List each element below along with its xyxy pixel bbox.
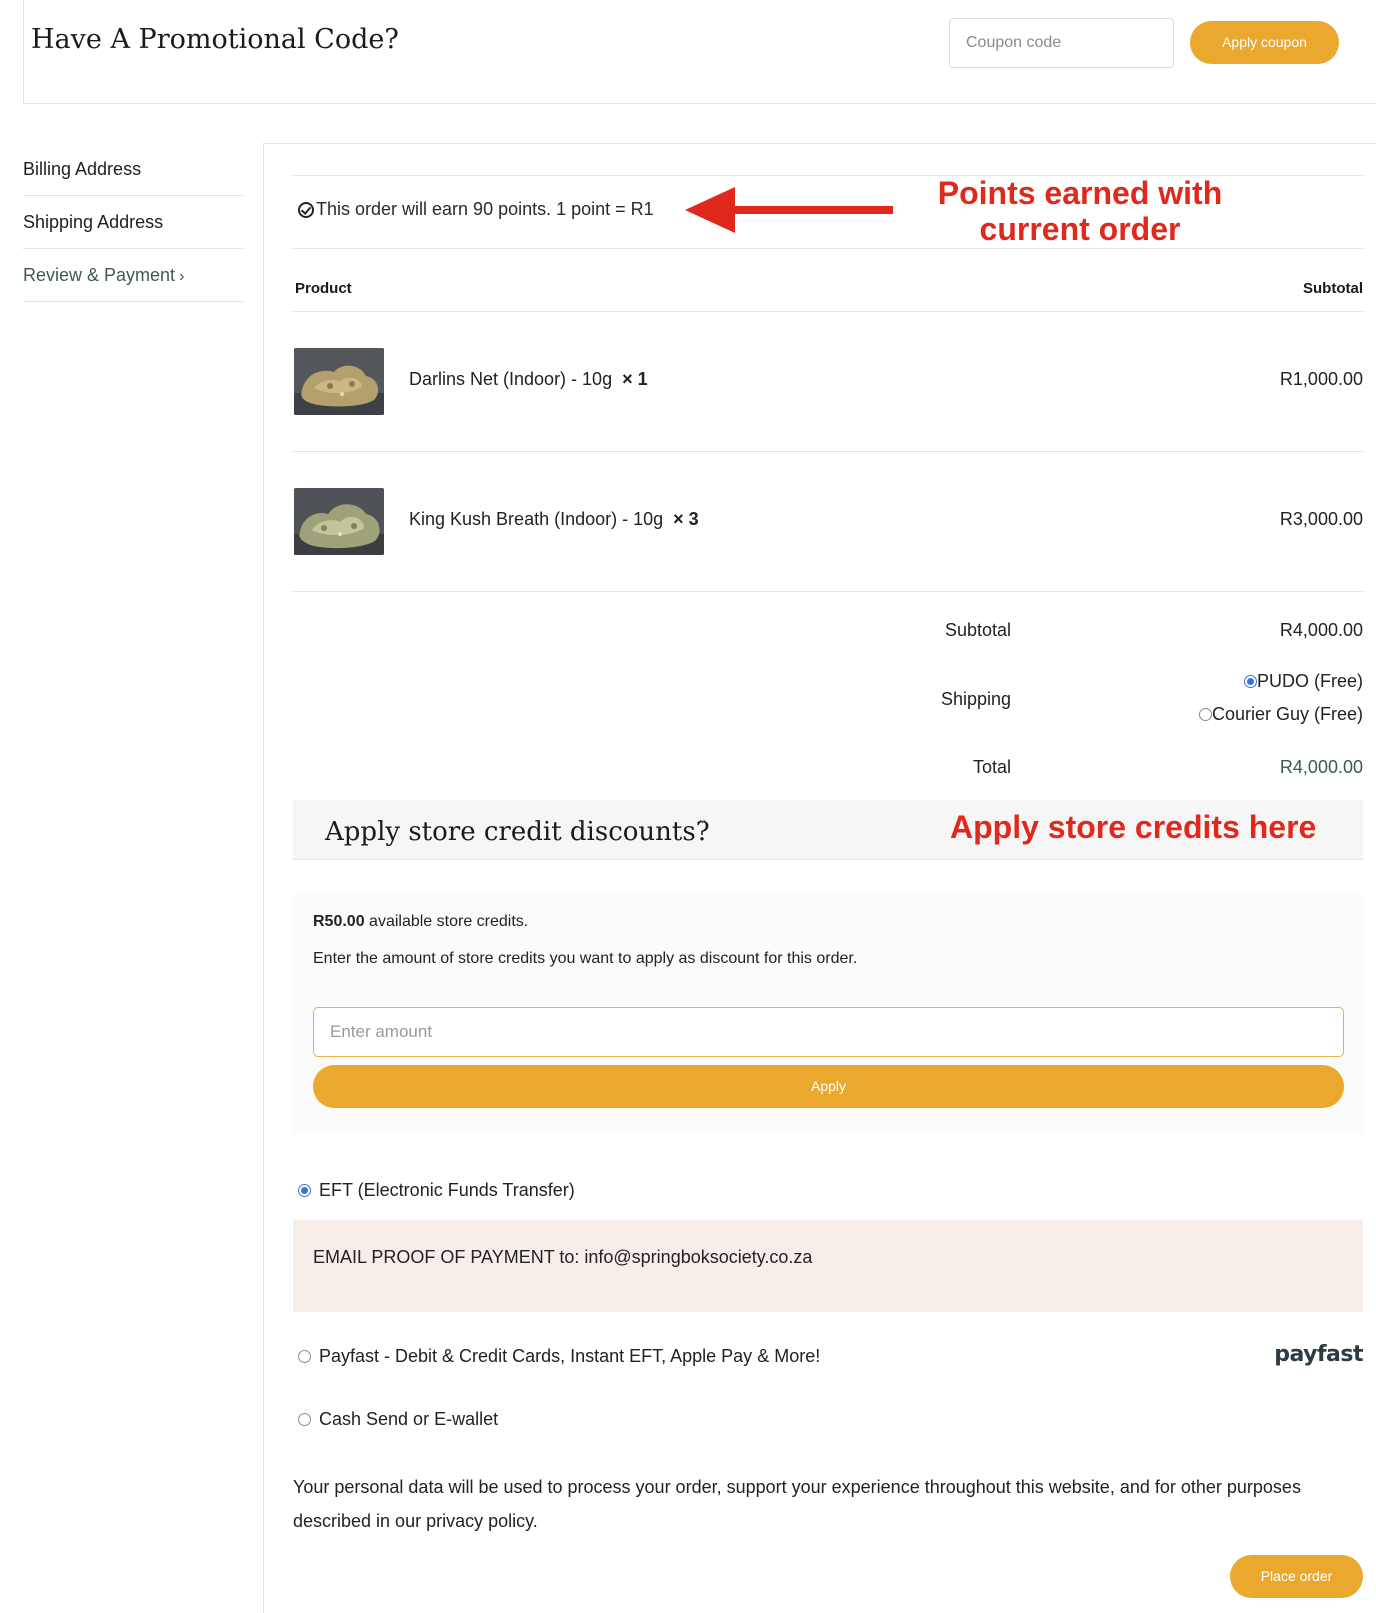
step-shipping-address[interactable]: Shipping Address	[23, 196, 243, 249]
product-quantity: × 1	[622, 369, 648, 389]
divider	[293, 451, 1363, 452]
annotation-points-note: Points earned with current order	[937, 175, 1223, 247]
check-circle-icon	[298, 201, 314, 218]
shipping-label: Shipping	[940, 689, 1011, 709]
product-quantity: × 3	[673, 509, 699, 529]
place-order-button[interactable]: Place order	[1230, 1555, 1363, 1598]
shipping-option-courier-guy[interactable]: Courier Guy (Free)	[1198, 704, 1363, 725]
coupon-code-input[interactable]	[949, 18, 1174, 68]
step-label: Review & Payment	[23, 265, 176, 285]
store-credit-title: Apply store credit discounts?	[325, 817, 710, 847]
divider	[293, 311, 1363, 312]
total-label: Total	[972, 757, 1011, 777]
shipping-option-pudo[interactable]: PUDO (Free)	[1243, 671, 1363, 692]
promo-title: Have A Promotional Code?	[31, 24, 399, 55]
divider	[293, 591, 1363, 592]
chevron-right-icon: ›	[179, 268, 185, 285]
step-label: Billing Address	[23, 159, 142, 179]
radio-icon[interactable]	[298, 1350, 311, 1363]
apply-store-credit-button[interactable]: Apply	[313, 1065, 1344, 1108]
product-subtotal: R3,000.00	[1279, 509, 1363, 529]
product-column-header: Product	[295, 280, 352, 297]
step-billing-address[interactable]: Billing Address	[23, 143, 243, 196]
eft-instructions: EMAIL PROOF OF PAYMENT to: info@springbo…	[313, 1247, 813, 1267]
points-notice: This order will earn 90 points. 1 point …	[298, 199, 654, 220]
radio-icon[interactable]	[1198, 708, 1212, 721]
store-credit-amount-input[interactable]	[313, 1007, 1344, 1057]
product-subtotal: R1,000.00	[1279, 369, 1363, 389]
radio-selected-icon[interactable]	[298, 1184, 311, 1197]
step-review-payment[interactable]: Review & Payment ›	[23, 249, 243, 302]
store-credit-form: R50.00 available store credits. Enter th…	[293, 893, 1363, 1133]
product-name: Darlins Net (Indoor) - 10g × 1	[409, 369, 648, 389]
order-review-panel	[263, 143, 1376, 1613]
privacy-notice: Your personal data will be used to proce…	[293, 1477, 1301, 1531]
payment-option-cash-send[interactable]: Cash Send or E-wallet	[298, 1409, 498, 1430]
apply-coupon-button[interactable]: Apply coupon	[1190, 21, 1339, 64]
divider	[293, 248, 1363, 249]
payment-option-payfast[interactable]: Payfast - Debit & Credit Cards, Instant …	[298, 1346, 820, 1367]
step-label: Shipping Address	[23, 212, 164, 232]
available-credits: R50.00 available store credits.	[313, 913, 529, 930]
subtotal-column-header: Subtotal	[1303, 280, 1363, 297]
annotation-arrow-points	[685, 187, 893, 233]
payment-option-eft[interactable]: EFT (Electronic Funds Transfer)	[298, 1180, 575, 1201]
product-name: King Kush Breath (Indoor) - 10g × 3	[409, 509, 699, 529]
product-image	[294, 488, 384, 555]
eft-instructions-box: EMAIL PROOF OF PAYMENT to: info@springbo…	[293, 1220, 1363, 1312]
chevron-down-icon[interactable]: ⌄	[697, 811, 708, 827]
product-image	[294, 348, 384, 415]
payfast-logo: payfast	[1274, 1342, 1363, 1367]
store-credit-help-text: Enter the amount of store credits you wa…	[313, 950, 858, 967]
radio-selected-icon[interactable]	[1243, 675, 1257, 688]
subtotal-label: Subtotal	[944, 620, 1011, 640]
checkout-steps-nav: Billing Address Shipping Address Review …	[23, 143, 243, 302]
points-text: This order will earn 90 points. 1 point …	[316, 199, 654, 219]
annotation-credits-note: Apply store credits here	[950, 809, 1317, 845]
subtotal-value: R4,000.00	[1279, 620, 1363, 640]
radio-icon[interactable]	[298, 1413, 311, 1426]
total-value: R4,000.00	[1279, 757, 1363, 777]
